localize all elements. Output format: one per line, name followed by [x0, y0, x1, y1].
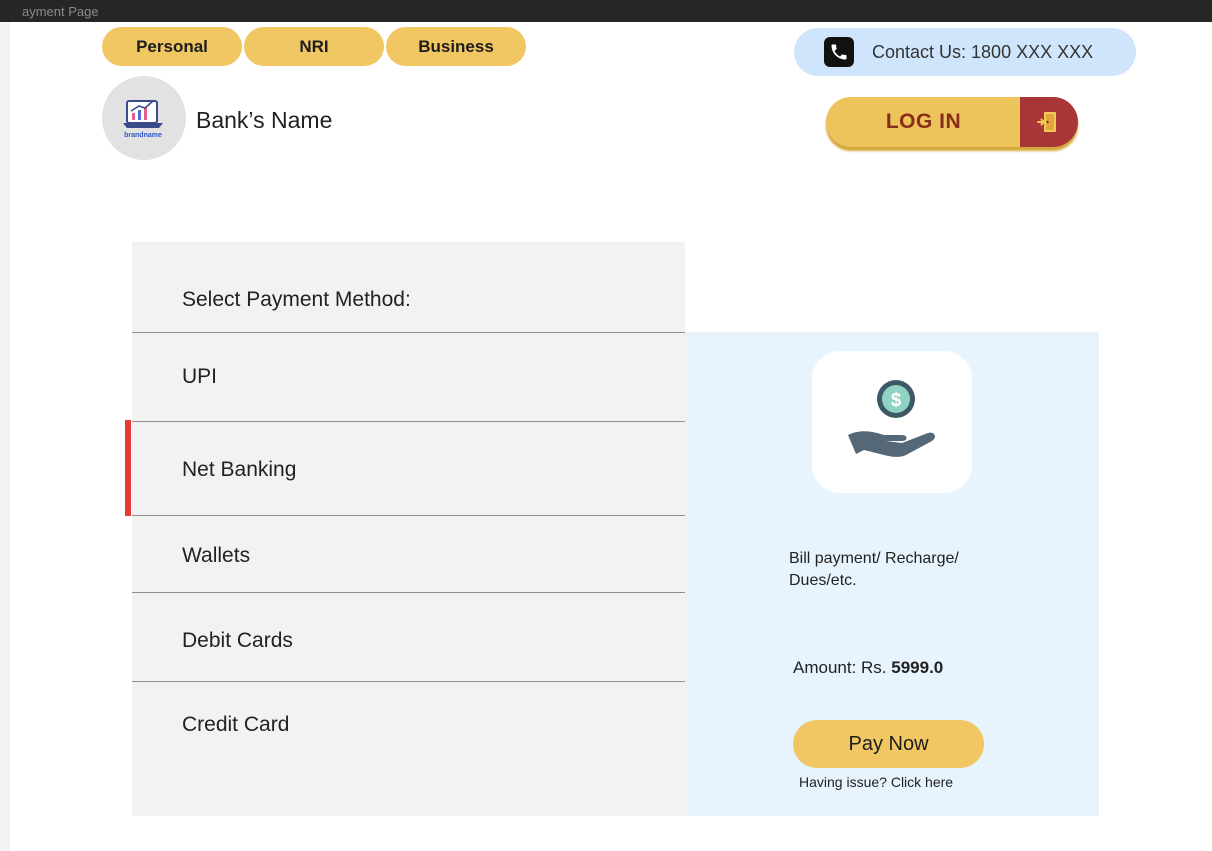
brand-logo-icon: brandname [123, 100, 163, 139]
bank-name: Bank’s Name [196, 107, 333, 133]
logo-text: brandname [124, 132, 162, 139]
contact-us-pill[interactable]: Contact Us: 1800 XXX XXX [794, 28, 1136, 76]
contact-us-text: Contact Us: 1800 XXX XXX [872, 41, 1094, 62]
tab-business[interactable]: Business [386, 27, 526, 66]
hand-coin-icon: $ [848, 380, 935, 457]
pay-now-button[interactable]: Pay Now [793, 720, 984, 768]
payment-option-label: UPI [182, 365, 218, 388]
payment-option-label: Debit Cards [182, 629, 293, 652]
payment-option-credit-card[interactable]: Credit Card [132, 682, 685, 772]
amount-label: Amount: Rs. [793, 658, 892, 677]
door-exit-icon [1020, 97, 1078, 147]
help-link[interactable]: Having issue? Click here [799, 774, 953, 790]
payment-method-panel: Select Payment Method: UPI Net Banking W… [132, 242, 685, 816]
payment-option-wallets[interactable]: Wallets [132, 516, 685, 592]
payment-option-debit-cards[interactable]: Debit Cards [132, 593, 685, 681]
bill-description: Bill payment/ Recharge/ Dues/etc. [789, 550, 959, 589]
payment-icon-tile: $ [812, 351, 972, 493]
payment-option-upi[interactable]: UPI [132, 333, 685, 421]
payment-option-label: Net Banking [182, 458, 297, 481]
payment-method-heading: Select Payment Method: [182, 288, 411, 311]
login-button[interactable]: LOG IN [826, 97, 1078, 147]
window-titlebar: ayment Page [0, 0, 1212, 22]
left-edge-strip [0, 22, 10, 851]
payment-option-label: Wallets [182, 544, 251, 567]
payment-summary-panel: $ Bill payment/ Recharge/ Dues/etc. Amou… [685, 332, 1099, 816]
phone-icon [824, 37, 854, 67]
tab-nri[interactable]: NRI [244, 27, 384, 66]
svg-text:$: $ [891, 390, 902, 411]
tab-personal[interactable]: Personal [102, 27, 242, 66]
window-title: ayment Page [22, 4, 99, 19]
payment-option-label: Credit Card [182, 713, 290, 736]
selected-option-indicator [125, 420, 131, 516]
amount-text: Amount: Rs. 5999.0 [793, 658, 943, 678]
bank-logo[interactable]: brandname [102, 76, 186, 160]
amount-value: 5999.0 [891, 658, 944, 677]
login-label: LOG IN [885, 110, 962, 133]
payment-option-net-banking[interactable]: Net Banking [132, 422, 685, 515]
